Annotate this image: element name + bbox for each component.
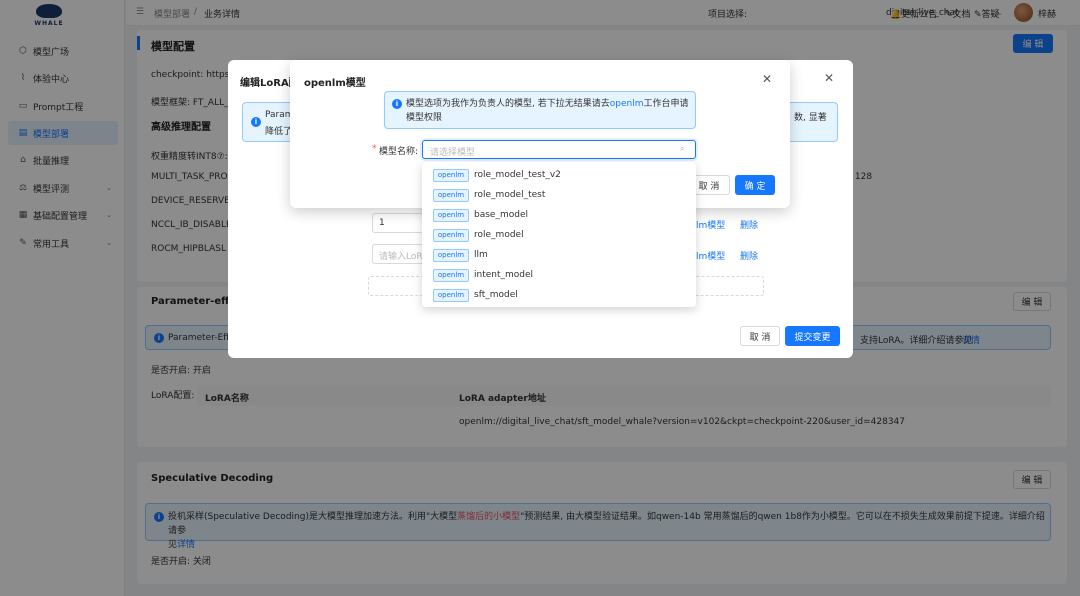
lora-modal-submit-button[interactable]: 提交变更	[785, 326, 840, 346]
lora-modal-close-icon[interactable]: ✕	[824, 71, 834, 85]
lora-modal-alert-text-2: 降低了	[265, 127, 293, 137]
openlm-tag: openlm	[433, 288, 469, 302]
delete-row-link[interactable]: 删除	[740, 218, 758, 231]
model-option[interactable]: openlm base_model	[422, 205, 696, 225]
model-option[interactable]: openlm role_model	[422, 225, 696, 245]
lora-modal-cancel-button[interactable]: 取 消	[740, 326, 780, 346]
openlm-alert-text: 模型选项为我作为负责人的模型, 若下拉无结果请去	[406, 99, 610, 109]
lora-modal-alert-right: 数, 显著	[794, 113, 827, 123]
model-select-input[interactable]: 请选择模型 ⌕	[422, 140, 696, 159]
openlm-modal-title: openlm模型	[304, 78, 366, 89]
model-select-dropdown: openlm role_model_test_v2 openlm role_model…	[422, 162, 696, 307]
info-icon: i	[392, 99, 402, 109]
openlm-modal-alert: i 模型选项为我作为负责人的模型, 若下拉无结果请去openlm工作台申请 模型权…	[384, 91, 696, 129]
openlm-modal-confirm-button[interactable]: 确 定	[735, 175, 775, 195]
openlm-model-link-2[interactable]: lm模型	[696, 249, 725, 262]
model-option-label: intent_model	[474, 270, 534, 280]
required-mark: *	[372, 144, 377, 154]
model-name-label: 模型名称:	[379, 147, 419, 157]
openlm-tag: openlm	[433, 268, 469, 282]
model-option[interactable]: openlm role_model_test	[422, 185, 696, 205]
model-option-label: llm	[474, 250, 488, 260]
openlm-tag: openlm	[433, 188, 469, 202]
model-option-label: role_model_test	[474, 190, 546, 200]
model-option-label: sft_model	[474, 290, 518, 300]
search-icon: ⌕	[680, 144, 685, 153]
info-icon: i	[251, 117, 261, 127]
model-option-label: base_model	[474, 210, 528, 220]
model-option[interactable]: openlm role_model_test_v2	[422, 165, 696, 185]
model-option[interactable]: openlm llm	[422, 245, 696, 265]
model-option[interactable]: openlm sft_model	[422, 285, 696, 305]
openlm-tag: openlm	[433, 208, 469, 222]
openlm-workbench-link[interactable]: openlm	[610, 99, 644, 109]
model-option[interactable]: openlm intent_model	[422, 265, 696, 285]
openlm-tag: openlm	[433, 248, 469, 262]
model-option-label: role_model	[474, 230, 524, 240]
openlm-model-link[interactable]: lm模型	[696, 218, 725, 231]
openlm-modal-close-icon[interactable]: ✕	[762, 72, 772, 86]
openlm-tag: openlm	[433, 228, 469, 242]
openlm-tag: openlm	[433, 168, 469, 182]
model-select-placeholder: 请选择模型	[430, 148, 476, 158]
delete-row-link-2[interactable]: 删除	[740, 249, 758, 262]
model-option-label: role_model_test_v2	[474, 170, 561, 180]
